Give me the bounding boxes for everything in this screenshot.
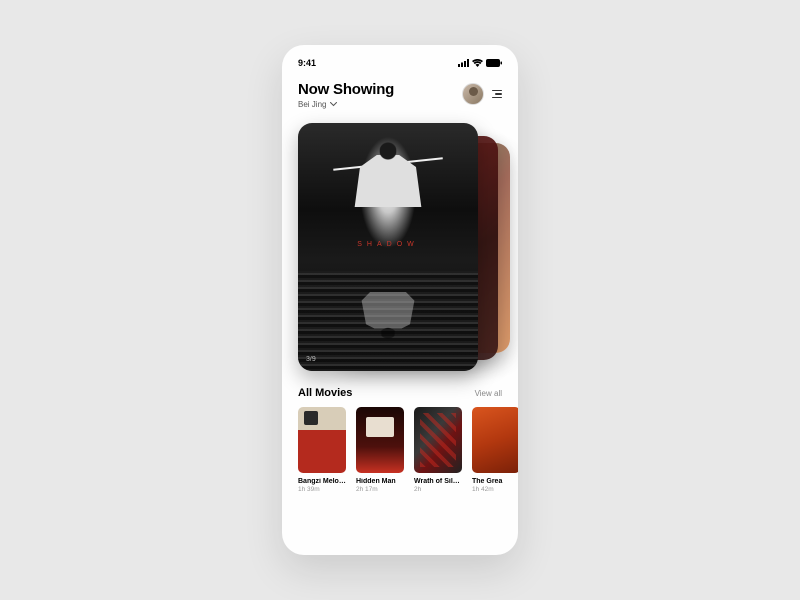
header-left: Now Showing Bei Jing [298, 81, 394, 109]
view-all-link[interactable]: View all [475, 389, 502, 398]
movie-item[interactable]: Bangzi Melody 1h 39m [298, 407, 346, 493]
poster-figure [353, 137, 423, 237]
location-selector[interactable]: Bei Jing [298, 100, 394, 109]
status-bar: 9:41 [282, 51, 518, 75]
movie-title: Hidden Man [356, 478, 404, 485]
section-title: All Movies [298, 387, 352, 399]
status-time: 9:41 [298, 58, 316, 68]
movie-duration: 2h 17m [356, 486, 404, 493]
movie-thumb [298, 407, 346, 473]
movie-strip[interactable]: Bangzi Melody 1h 39m Hidden Man 2h 17m W… [282, 407, 518, 493]
menu-icon[interactable] [492, 90, 502, 99]
header: Now Showing Bei Jing [282, 75, 518, 119]
movie-duration: 1h 42m [472, 486, 518, 493]
movie-item[interactable]: Hidden Man 2h 17m [356, 407, 404, 493]
movie-title: The Grea [472, 478, 518, 485]
poster-corner-tag: 3/9 [306, 356, 316, 363]
battery-icon [486, 59, 502, 67]
movie-title: Wrath of Silence [414, 478, 462, 485]
signal-icon [458, 59, 469, 67]
movie-thumb [472, 407, 518, 473]
avatar[interactable] [462, 83, 484, 105]
movie-item[interactable]: The Grea 1h 42m [472, 407, 518, 493]
section-header: All Movies View all [282, 387, 518, 407]
status-indicators [458, 59, 502, 67]
wifi-icon [472, 59, 483, 67]
featured-carousel[interactable]: SHADOW 3/9 [282, 119, 518, 379]
page-title: Now Showing [298, 81, 394, 98]
carousel-card-1[interactable]: SHADOW 3/9 [298, 123, 478, 371]
movie-duration: 1h 39m [298, 486, 346, 493]
movie-title: Bangzi Melody [298, 478, 346, 485]
header-right [462, 83, 502, 105]
chevron-down-icon [330, 102, 337, 107]
movie-duration: 2h [414, 486, 462, 493]
movie-thumb [356, 407, 404, 473]
location-label: Bei Jing [298, 100, 326, 109]
poster-overlay-title: SHADOW [298, 241, 478, 248]
movie-thumb [414, 407, 462, 473]
phone-frame: 9:41 Now Showing Bei Jing [282, 45, 518, 555]
movie-item[interactable]: Wrath of Silence 2h [414, 407, 462, 493]
